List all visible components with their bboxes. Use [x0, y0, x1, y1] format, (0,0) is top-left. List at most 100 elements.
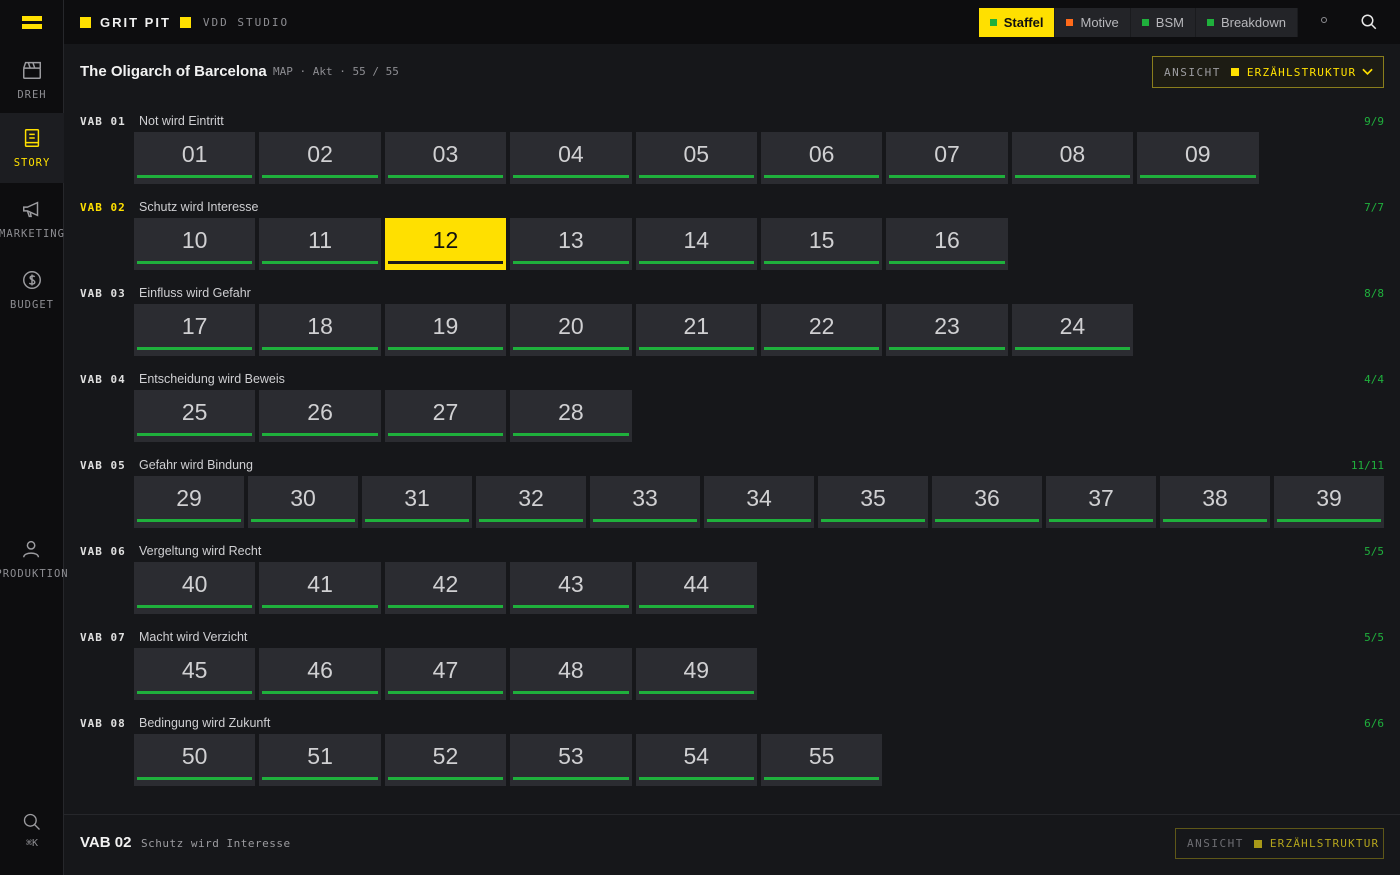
- sidebar-item-budget[interactable]: BUDGET: [0, 255, 64, 325]
- menu-logo-icon[interactable]: [0, 0, 64, 44]
- episode-cell[interactable]: 01: [134, 132, 256, 184]
- view-mode-dropdown[interactable]: ANSICHT ERZÄHLSTRUKTUR: [1152, 56, 1384, 88]
- episode-cell[interactable]: 44: [635, 562, 757, 614]
- tab-breakdown[interactable]: Breakdown: [1195, 8, 1298, 37]
- episode-cell[interactable]: 37: [1046, 476, 1156, 528]
- episode-cell[interactable]: 45: [134, 648, 256, 700]
- episode-status-bar: [479, 519, 583, 522]
- episode-cell[interactable]: 11: [259, 218, 381, 270]
- episode-cell[interactable]: 47: [384, 648, 507, 700]
- episode-cell[interactable]: 53: [510, 734, 632, 786]
- episode-cell[interactable]: 27: [384, 390, 507, 442]
- footer-view-button[interactable]: ANSICHT ERZÄHLSTRUKTUR: [1175, 828, 1384, 859]
- episode-cell[interactable]: 04: [510, 132, 632, 184]
- episode-cell[interactable]: 22: [760, 304, 883, 356]
- episode-cell[interactable]: 07: [886, 132, 1008, 184]
- episode-cell[interactable]: 46: [259, 648, 381, 700]
- episode-cell[interactable]: 36: [932, 476, 1042, 528]
- episode-cell[interactable]: 42: [384, 562, 507, 614]
- episode-status-bar: [513, 347, 629, 350]
- episode-cell[interactable]: 10: [134, 218, 256, 270]
- status-circle-icon[interactable]: [1321, 17, 1327, 23]
- episode-cell[interactable]: 28: [510, 390, 632, 442]
- episode-cell[interactable]: 15: [760, 218, 883, 270]
- group-title: Macht wird Verzicht: [139, 630, 248, 644]
- episode-number: 51: [307, 743, 333, 769]
- episode-status-bar: [262, 433, 378, 436]
- episode-cell[interactable]: 52: [384, 734, 507, 786]
- search-button[interactable]: [1360, 13, 1378, 31]
- episode-cell[interactable]: 51: [259, 734, 381, 786]
- episode-cell[interactable]: 21: [635, 304, 757, 356]
- episode-cell[interactable]: 05: [635, 132, 757, 184]
- episode-cell[interactable]: 25: [134, 390, 256, 442]
- episode-cell[interactable]: 39: [1274, 476, 1384, 528]
- episode-number: 34: [746, 485, 772, 511]
- episode-status-bar: [821, 519, 925, 522]
- episode-cell[interactable]: 32: [476, 476, 586, 528]
- footer-subtitle: Schutz wird Interesse: [141, 837, 291, 850]
- episode-cell[interactable]: 55: [760, 734, 883, 786]
- episode-group: VAB 01 Not wird Eintritt 9/9 01 02 03 04 05 06 07…: [80, 107, 1384, 193]
- episode-cell[interactable]: 49: [635, 648, 757, 700]
- episode-cell[interactable]: 35: [818, 476, 928, 528]
- sidebar-item-label: MARKETING: [0, 228, 65, 240]
- view-value: ERZÄHLSTRUKTUR: [1269, 837, 1380, 850]
- episode-number: 03: [432, 141, 459, 167]
- episode-status-bar: [137, 691, 253, 694]
- episode-status-bar: [638, 605, 754, 608]
- episode-cell[interactable]: 24: [1011, 304, 1134, 356]
- episode-cell[interactable]: 13: [510, 218, 632, 270]
- episode-cell[interactable]: 09: [1137, 132, 1259, 184]
- episode-cell[interactable]: 14: [635, 218, 757, 270]
- tab-status-dot-icon: [989, 19, 997, 26]
- episode-cells: 01 02 03 04 05 06 07 08 09: [134, 132, 1263, 184]
- episode-number: 48: [558, 657, 584, 683]
- episode-cell[interactable]: 50: [134, 734, 256, 786]
- episode-cell[interactable]: 06: [760, 132, 883, 184]
- episode-number: 05: [683, 141, 710, 167]
- episode-cell[interactable]: 29: [134, 476, 244, 528]
- command-search-button[interactable]: ⌘K: [0, 800, 64, 860]
- episode-cell[interactable]: 17: [134, 304, 256, 356]
- tab-bsm[interactable]: BSM: [1130, 8, 1196, 37]
- episode-status-bar: [513, 261, 629, 264]
- episode-number: 40: [181, 571, 208, 597]
- episode-status-bar: [638, 347, 754, 350]
- episode-cell[interactable]: 18: [259, 304, 381, 356]
- episode-cell[interactable]: 34: [704, 476, 814, 528]
- sidebar-item-produktion[interactable]: PRODUKTION: [0, 524, 68, 594]
- episode-cell[interactable]: 41: [259, 562, 381, 614]
- episode-cell[interactable]: 40: [134, 562, 256, 614]
- episode-status-bar: [638, 691, 754, 694]
- group-title: Not wird Eintritt: [139, 114, 224, 128]
- episode-cell[interactable]: 03: [384, 132, 507, 184]
- group-label: VAB 04: [80, 373, 126, 386]
- episode-cell[interactable]: 23: [886, 304, 1008, 356]
- episode-cell[interactable]: 12: [384, 218, 507, 270]
- episode-cell[interactable]: 26: [259, 390, 381, 442]
- group-count: 8/8: [1364, 287, 1384, 300]
- footer-bar: VAB 02 Schutz wird Interesse ANSICHT ERZ…: [64, 814, 1400, 875]
- sidebar-item-story[interactable]: STORY: [0, 113, 64, 183]
- episode-cell[interactable]: 20: [510, 304, 632, 356]
- episode-cell[interactable]: 30: [248, 476, 358, 528]
- episode-group: VAB 05 Gefahr wird Bindung 11/11 29 30 31 32 33…: [80, 451, 1384, 537]
- episode-cell[interactable]: 33: [590, 476, 700, 528]
- episode-cell[interactable]: 54: [635, 734, 757, 786]
- episode-status-bar: [387, 347, 504, 350]
- sidebar-item-dreh[interactable]: DREH: [0, 45, 64, 115]
- group-label: VAB 05: [80, 459, 126, 472]
- episode-cell[interactable]: 48: [510, 648, 632, 700]
- episode-cell[interactable]: 43: [510, 562, 632, 614]
- group-count: 4/4: [1364, 373, 1384, 386]
- tab-staffel[interactable]: Staffel: [978, 8, 1056, 37]
- episode-cell[interactable]: 31: [362, 476, 472, 528]
- episode-cell[interactable]: 38: [1160, 476, 1270, 528]
- episode-cell[interactable]: 16: [886, 218, 1008, 270]
- episode-cell[interactable]: 02: [259, 132, 381, 184]
- episode-cell[interactable]: 08: [1011, 132, 1134, 184]
- tab-motive[interactable]: Motive: [1055, 8, 1131, 37]
- episode-cell[interactable]: 19: [384, 304, 507, 356]
- sidebar-item-marketing[interactable]: MARKETING: [0, 184, 64, 254]
